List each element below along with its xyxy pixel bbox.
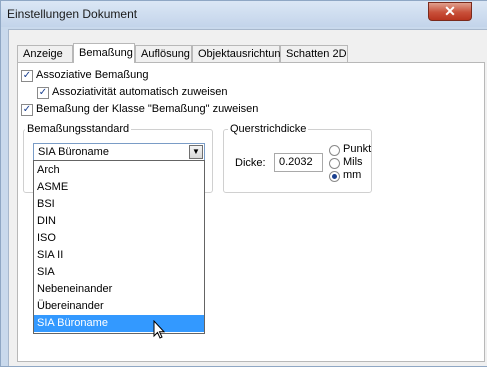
unit-label-punkt: Punkt [343,143,372,155]
unit-label-mils: Mils [343,156,363,168]
dialog-client-area: Anzeige Bemaßung Auflösung Objektausrich… [8,29,487,366]
auto-assign-checkbox[interactable]: ✓ [37,87,49,99]
list-item[interactable]: BSI [34,196,204,213]
list-item[interactable]: SIA II [34,247,204,264]
associative-label: Assoziative Bemaßung [36,69,149,81]
tab-label: Auflösung [141,48,190,60]
tab-anzeige[interactable]: Anzeige [17,45,73,62]
thickness-label: Dicke: [235,157,266,169]
auto-assign-label: Assoziativität automatisch zuweisen [52,86,228,98]
dimension-standard-dropdown-list: Arch ASME BSI DIN ISO SIA II SIA Nebenei… [33,160,205,334]
dimension-standard-combobox[interactable]: SIA Büroname ▼ [33,143,205,161]
tab-bemassung[interactable]: Bemaßung [73,43,135,63]
tab-label: Objektausrichtung [198,48,287,60]
combobox-value: SIA Büroname [38,146,109,158]
tab-objektausrichtung[interactable]: Objektausrichtung [192,45,287,62]
unit-radio-mm[interactable] [329,171,340,182]
window-title: Einstellungen Dokument [7,7,138,21]
tab-label: Bemaßung [79,47,133,59]
dialog-window: Einstellungen Dokument ✕ Anzeige Bemaßun… [0,0,487,367]
dropdown-button[interactable]: ▼ [189,145,203,159]
unit-label-mm: mm [343,169,362,181]
tab-label: Anzeige [23,48,63,60]
tab-aufloesung[interactable]: Auflösung [135,45,192,62]
list-item[interactable]: DIN [34,213,204,230]
list-item-selected[interactable]: SIA Büroname [34,315,204,332]
list-item[interactable]: ISO [34,230,204,247]
tab-panel-bemassung: ✓ Assoziative Bemaßung ✓ Assoziativität … [17,62,485,362]
list-item[interactable]: Nebeneinander [34,281,204,298]
check-icon: ✓ [22,70,32,81]
associative-checkbox[interactable]: ✓ [21,70,33,82]
list-item[interactable]: Arch [34,162,204,179]
close-icon: ✕ [444,3,456,19]
title-bar[interactable]: Einstellungen Dokument ✕ [1,1,487,27]
list-item[interactable]: ASME [34,179,204,196]
dimension-standard-title: Bemaßungsstandard [25,123,132,135]
class-assign-label: Bemaßung der Klasse "Bemaßung" zuweisen [36,103,259,115]
unit-radio-mils[interactable] [329,158,340,169]
mouse-cursor-icon [153,320,166,339]
list-item[interactable]: Übereinander [34,298,204,315]
close-button[interactable]: ✕ [428,2,472,21]
check-icon: ✓ [38,87,48,98]
tab-label: Schatten 2D [286,48,347,60]
class-assign-checkbox[interactable]: ✓ [21,104,33,116]
line-thickness-title: Querstrichdicke [228,123,309,135]
chevron-down-icon: ▼ [192,147,200,156]
thickness-input[interactable]: 0.2032 [274,153,323,172]
unit-radio-punkt[interactable] [329,145,340,156]
tab-schatten-2d[interactable]: Schatten 2D [280,45,348,62]
check-icon: ✓ [22,104,32,115]
list-item[interactable]: SIA [34,264,204,281]
